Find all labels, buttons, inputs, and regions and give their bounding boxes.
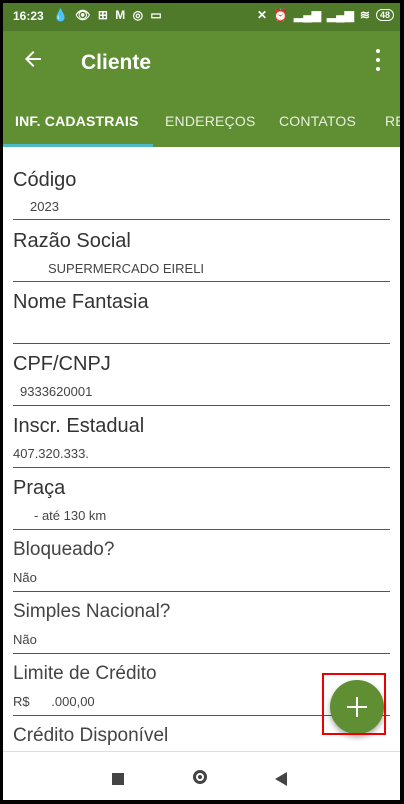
nav-back-icon[interactable]	[275, 772, 287, 786]
more-options-icon[interactable]	[374, 49, 382, 71]
alarm-icon: ⏰	[273, 8, 288, 22]
field-label: Inscr. Estadual	[13, 415, 145, 437]
highlight-box	[322, 673, 386, 735]
field-value: 9333620001	[20, 384, 93, 399]
tab-re[interactable]: RE	[385, 113, 400, 129]
recent-apps-icon[interactable]	[112, 773, 124, 785]
field-simples-nacional[interactable]: Simples Nacional? Não	[13, 597, 390, 654]
field-razao-social[interactable]: Razão Social SUPERMERCADO EIRELI	[13, 226, 390, 282]
field-value: R$ .000,00	[13, 694, 95, 709]
back-arrow-icon[interactable]	[21, 47, 45, 71]
mute-icon: ✕	[256, 8, 268, 22]
wifi-icon: ≋	[359, 8, 370, 22]
app-bar: Cliente	[3, 31, 400, 99]
notification-icons: 💧 👁 ⊞ M ◎ ▭	[53, 8, 164, 22]
field-label: Simples Nacional?	[13, 601, 171, 622]
field-inscr-estadual[interactable]: Inscr. Estadual 407.320.333.	[13, 411, 390, 468]
signal-icon: ▂▄▆	[293, 8, 321, 22]
field-praca[interactable]: Praça - até 130 km	[13, 473, 390, 530]
system-nav-bar	[3, 751, 400, 800]
field-label: Crédito Disponível	[13, 725, 169, 746]
field-value: Não	[13, 570, 37, 585]
phone-screen: 16:23 💧 👁 ⊞ M ◎ ▭ ✕ ⏰ ▂▄▆ ▂▄▆ ≋ 48 Clien…	[3, 3, 400, 800]
field-value: - até 130 km	[34, 508, 107, 523]
field-label: Nome Fantasia	[13, 291, 149, 313]
battery-icon: 48	[375, 9, 394, 21]
field-label: Razão Social	[13, 230, 131, 252]
tab-enderecos[interactable]: ENDEREÇOS	[165, 113, 255, 129]
active-tab-indicator	[3, 144, 153, 147]
field-value: 2023	[30, 199, 59, 214]
field-codigo[interactable]: Código 2023	[13, 165, 390, 220]
field-bloqueado[interactable]: Bloqueado? Não	[13, 535, 390, 592]
status-bar: 16:23 💧 👁 ⊞ M ◎ ▭ ✕ ⏰ ▂▄▆ ▂▄▆ ≋ 48	[3, 3, 400, 31]
field-label: Código	[13, 169, 77, 191]
page-title: Cliente	[81, 51, 152, 74]
home-icon[interactable]	[193, 770, 207, 784]
field-cpf-cnpj[interactable]: CPF/CNPJ 9333620001	[13, 349, 390, 406]
signal-icon-2: ▂▄▆	[326, 8, 354, 22]
field-nome-fantasia[interactable]: Nome Fantasia	[13, 287, 390, 344]
tab-inf-cadastrais[interactable]: INF. CADASTRAIS	[15, 113, 139, 129]
field-value: SUPERMERCADO EIRELI	[48, 261, 205, 276]
status-time: 16:23	[13, 9, 44, 23]
system-icons: ✕ ⏰ ▂▄▆ ▂▄▆ ≋ 48	[257, 8, 394, 22]
field-label: CPF/CNPJ	[13, 353, 111, 375]
field-label: Bloqueado?	[13, 539, 115, 560]
field-label: Limite de Crédito	[13, 663, 157, 684]
tab-bar: INF. CADASTRAIS ENDEREÇOS CONTATOS RE	[3, 99, 400, 147]
tab-contatos[interactable]: CONTATOS	[279, 113, 356, 129]
field-value: 407.320.333.	[13, 446, 89, 461]
field-value: Não	[13, 632, 37, 647]
field-label: Praça	[13, 477, 66, 499]
form-content: Código 2023 Razão Social SUPERMERCADO EI…	[3, 149, 400, 751]
